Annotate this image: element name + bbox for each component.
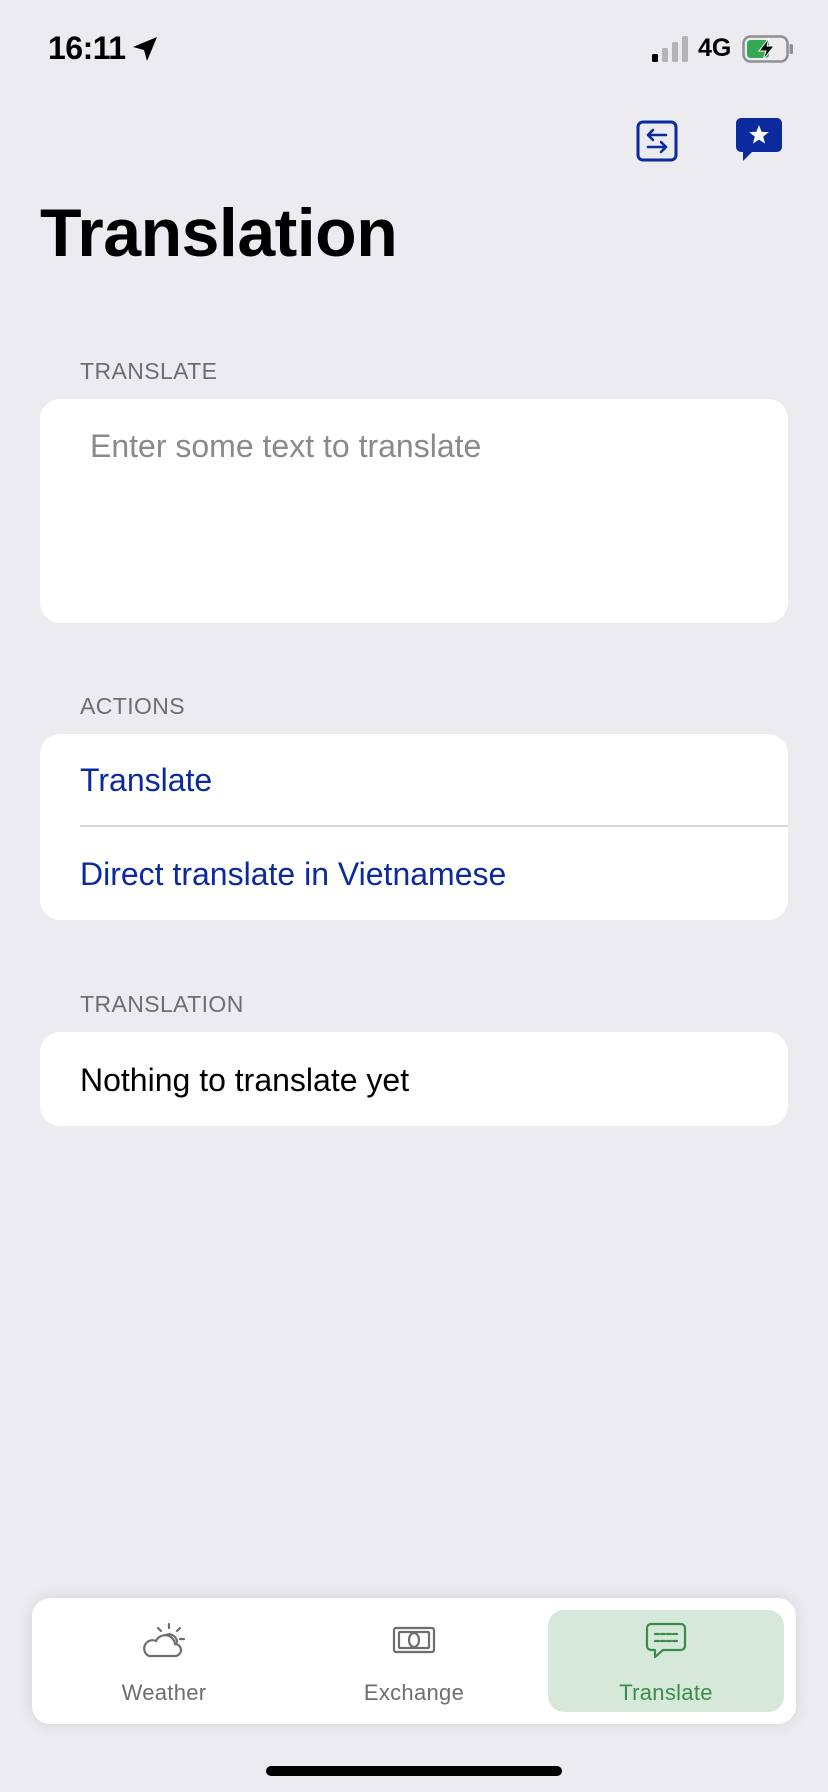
home-indicator xyxy=(266,1766,562,1776)
tab-exchange[interactable]: Exchange xyxy=(296,1610,532,1712)
chat-bubble-icon xyxy=(645,1622,687,1659)
tab-label: Weather xyxy=(121,1680,207,1705)
location-arrow-icon xyxy=(133,37,157,61)
translation-result-text: Nothing to translate yet xyxy=(80,1062,410,1098)
battery-charging-icon xyxy=(742,35,793,63)
favorites-button[interactable] xyxy=(734,116,784,164)
swap-languages-button[interactable] xyxy=(636,120,678,162)
tab-label: Translate xyxy=(619,1680,713,1705)
status-time: 16:11 xyxy=(48,30,126,66)
signal-icon xyxy=(652,36,688,62)
cloud-sun-icon xyxy=(143,1622,186,1658)
actions-section-header: ACTIONS xyxy=(80,693,186,719)
network-type: 4G xyxy=(698,34,732,62)
translate-input[interactable] xyxy=(90,428,750,465)
tab-bar: Weather Exchange Translate xyxy=(32,1598,796,1724)
page-title: Translation xyxy=(40,195,398,271)
tab-weather[interactable]: Weather xyxy=(46,1610,282,1712)
translate-action-button[interactable]: Translate xyxy=(80,762,212,799)
translation-section-header: TRANSLATION xyxy=(80,991,244,1017)
row-divider xyxy=(80,825,788,827)
tab-translate[interactable]: Translate xyxy=(548,1610,784,1712)
screen: 16:11 4G Translation TRANSLATE ACTIONS T… xyxy=(0,0,828,1792)
tab-label: Exchange xyxy=(363,1680,465,1705)
translate-section-header: TRANSLATE xyxy=(80,358,218,384)
direct-translate-vietnamese-button[interactable]: Direct translate in Vietnamese xyxy=(80,856,506,893)
banknote-icon xyxy=(392,1626,436,1654)
